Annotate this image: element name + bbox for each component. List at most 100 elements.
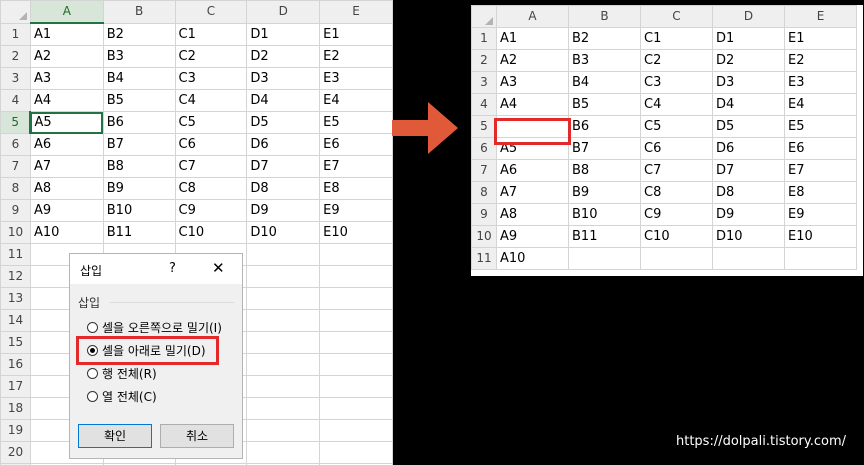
cell-d2[interactable]: D2 bbox=[246, 45, 321, 68]
cell-c6[interactable]: C6 bbox=[640, 137, 713, 160]
radio-entire-row[interactable]: 행 전체(R) bbox=[87, 364, 157, 382]
cell-a4[interactable]: A4 bbox=[496, 93, 569, 116]
cell-e17[interactable] bbox=[319, 375, 393, 398]
cell-d1[interactable]: D1 bbox=[712, 27, 785, 50]
row-header-11[interactable]: 11 bbox=[471, 247, 497, 270]
cell-c2[interactable]: C2 bbox=[174, 45, 248, 68]
row-header-20[interactable]: 20 bbox=[0, 441, 31, 464]
cell-e20[interactable] bbox=[319, 441, 393, 464]
cell-a10[interactable]: A9 bbox=[496, 225, 569, 248]
row-header-18[interactable]: 18 bbox=[0, 397, 31, 420]
row-header-9[interactable]: 9 bbox=[471, 203, 497, 226]
row-header-5[interactable]: 5 bbox=[471, 115, 497, 138]
row-header-10[interactable]: 10 bbox=[0, 221, 31, 244]
cell-c9[interactable]: C9 bbox=[640, 203, 713, 226]
cell-c8[interactable]: C8 bbox=[174, 177, 248, 200]
cell-a2[interactable]: A2 bbox=[29, 45, 104, 68]
row-header-6[interactable]: 6 bbox=[471, 137, 497, 160]
select-all-corner[interactable] bbox=[471, 5, 497, 28]
help-button[interactable]: ? bbox=[169, 261, 176, 276]
cell-c3[interactable]: C3 bbox=[174, 67, 248, 90]
cell-c2[interactable]: C2 bbox=[640, 49, 713, 72]
cell-e2[interactable]: E2 bbox=[784, 49, 857, 72]
row-header-6[interactable]: 6 bbox=[0, 133, 31, 156]
cell-b8[interactable]: B9 bbox=[102, 177, 176, 200]
cell-c3[interactable]: C3 bbox=[640, 71, 713, 94]
cell-e15[interactable] bbox=[319, 331, 393, 354]
cell-c4[interactable]: C4 bbox=[174, 89, 248, 112]
column-header-b[interactable]: B bbox=[568, 5, 641, 28]
cell-e6[interactable]: E6 bbox=[784, 137, 857, 160]
radio-entire-column-icon[interactable] bbox=[87, 390, 98, 402]
cell-d6[interactable]: D6 bbox=[246, 133, 321, 156]
cell-d8[interactable]: D8 bbox=[712, 181, 785, 204]
row-header-4[interactable]: 4 bbox=[471, 93, 497, 116]
cell-b5[interactable]: B6 bbox=[568, 115, 641, 138]
row-header-16[interactable]: 16 bbox=[0, 353, 31, 376]
row-header-3[interactable]: 3 bbox=[471, 71, 497, 94]
row-header-13[interactable]: 13 bbox=[0, 287, 31, 310]
cell-e3[interactable]: E3 bbox=[319, 67, 393, 90]
cell-d4[interactable]: D4 bbox=[712, 93, 785, 116]
cell-d16[interactable] bbox=[246, 353, 321, 376]
cell-a9[interactable]: A9 bbox=[29, 199, 104, 222]
cell-d9[interactable]: D9 bbox=[712, 203, 785, 226]
row-header-10[interactable]: 10 bbox=[471, 225, 497, 248]
cell-b6[interactable]: B7 bbox=[568, 137, 641, 160]
cell-b2[interactable]: B3 bbox=[102, 45, 176, 68]
cell-e16[interactable] bbox=[319, 353, 393, 376]
row-header-19[interactable]: 19 bbox=[0, 419, 31, 442]
cell-c8[interactable]: C8 bbox=[640, 181, 713, 204]
ok-button[interactable]: 확인 bbox=[78, 424, 152, 448]
cell-d1[interactable]: D1 bbox=[246, 22, 321, 46]
row-header-1[interactable]: 1 bbox=[471, 27, 497, 50]
radio-shift-right[interactable]: 셀을 오른쪽으로 밀기(I) bbox=[87, 318, 222, 336]
cell-e3[interactable]: E3 bbox=[784, 71, 857, 94]
row-header-15[interactable]: 15 bbox=[0, 331, 31, 354]
cell-b9[interactable]: B10 bbox=[568, 203, 641, 226]
cell-c5[interactable]: C5 bbox=[174, 111, 248, 134]
row-header-8[interactable]: 8 bbox=[471, 181, 497, 204]
cell-d2[interactable]: D2 bbox=[712, 49, 785, 72]
cell-b3[interactable]: B4 bbox=[568, 71, 641, 94]
cell-d7[interactable]: D7 bbox=[246, 155, 321, 178]
row-header-9[interactable]: 9 bbox=[0, 199, 31, 222]
cell-c11[interactable] bbox=[640, 247, 713, 270]
cell-b1[interactable]: B2 bbox=[568, 27, 641, 50]
cell-c10[interactable]: C10 bbox=[640, 225, 713, 248]
cell-d11[interactable] bbox=[712, 247, 785, 270]
cell-d3[interactable]: D3 bbox=[246, 67, 321, 90]
cell-b1[interactable]: B2 bbox=[102, 22, 176, 46]
cell-e18[interactable] bbox=[319, 397, 393, 420]
cell-a9[interactable]: A8 bbox=[496, 203, 569, 226]
cell-c7[interactable]: C7 bbox=[174, 155, 248, 178]
cell-a3[interactable]: A3 bbox=[496, 71, 569, 94]
cell-b9[interactable]: B10 bbox=[102, 199, 176, 222]
cell-d10[interactable]: D10 bbox=[246, 221, 321, 244]
cell-a5[interactable]: A5 bbox=[29, 111, 104, 134]
column-header-a[interactable]: A bbox=[496, 5, 569, 28]
cell-d4[interactable]: D4 bbox=[246, 89, 321, 112]
cell-e11[interactable] bbox=[319, 243, 393, 266]
cell-d19[interactable] bbox=[246, 419, 321, 442]
column-header-d[interactable]: D bbox=[712, 5, 785, 28]
cell-c1[interactable]: C1 bbox=[174, 22, 248, 46]
cell-c1[interactable]: C1 bbox=[640, 27, 713, 50]
cell-b8[interactable]: B9 bbox=[568, 181, 641, 204]
column-header-c[interactable]: C bbox=[640, 5, 713, 28]
cell-d14[interactable] bbox=[246, 309, 321, 332]
cell-d12[interactable] bbox=[246, 265, 321, 288]
cell-a3[interactable]: A3 bbox=[29, 67, 104, 90]
cell-e10[interactable]: E10 bbox=[784, 225, 857, 248]
row-header-11[interactable]: 11 bbox=[0, 243, 31, 266]
row-header-2[interactable]: 2 bbox=[471, 49, 497, 72]
cell-d7[interactable]: D7 bbox=[712, 159, 785, 182]
select-all-corner[interactable] bbox=[0, 0, 31, 24]
cell-e4[interactable]: E4 bbox=[784, 93, 857, 116]
cell-d18[interactable] bbox=[246, 397, 321, 420]
cell-b6[interactable]: B7 bbox=[102, 133, 176, 156]
cell-a2[interactable]: A2 bbox=[496, 49, 569, 72]
cell-a10[interactable]: A10 bbox=[29, 221, 104, 244]
cell-c9[interactable]: C9 bbox=[174, 199, 248, 222]
cell-e12[interactable] bbox=[319, 265, 393, 288]
